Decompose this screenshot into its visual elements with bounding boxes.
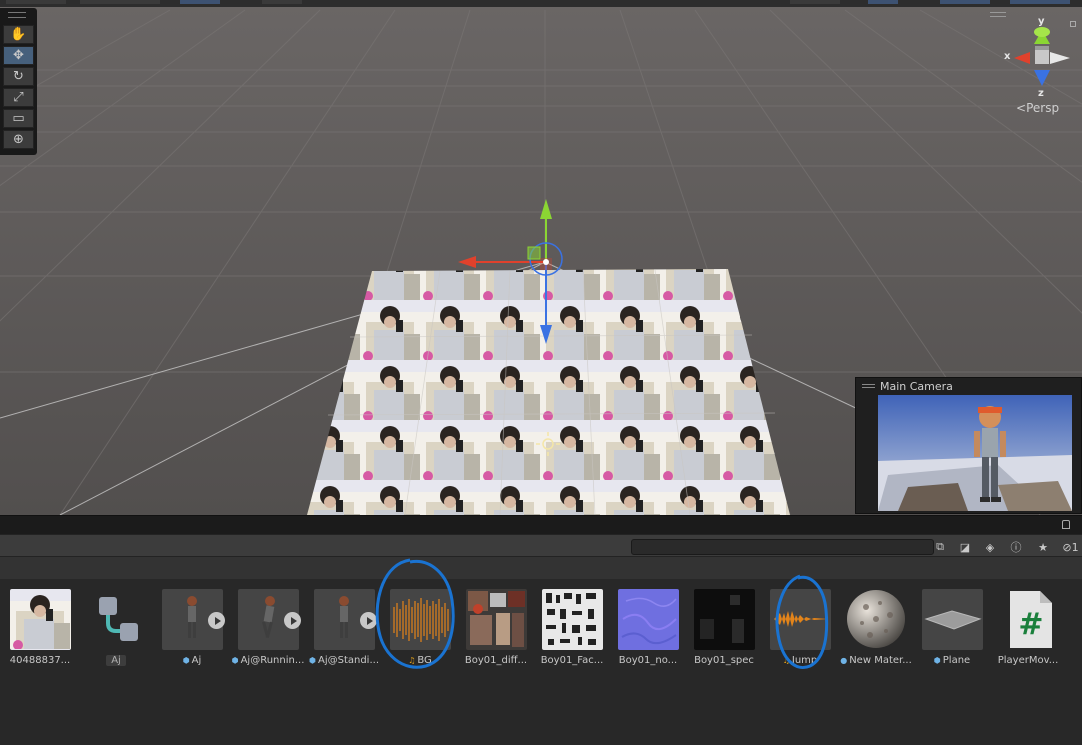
transform-icon: ⊕ — [13, 132, 24, 147]
asset-label: ⬢ Aj — [182, 655, 202, 666]
texture-thumbnail — [542, 589, 603, 650]
play-icon[interactable] — [284, 612, 301, 629]
asset-item[interactable]: Boy01_no... — [610, 589, 686, 671]
hidden-count: 1 — [1071, 540, 1079, 554]
texture-thumbnail — [694, 589, 755, 650]
asset-label: PlayerMov... — [997, 655, 1059, 666]
mesh-thumbnail — [922, 589, 983, 650]
csharp-script-icon: # — [998, 589, 1059, 650]
asset-item[interactable]: ♫ Jump — [762, 589, 838, 671]
image-thumbnail — [10, 589, 71, 650]
audio-waveform-thumbnail — [390, 589, 451, 650]
tool-palette: ✋ ✥ ↻ ⤢ ▭ ⊕ — [0, 8, 37, 155]
svg-text:#: # — [1018, 607, 1043, 642]
texture-thumbnail — [466, 589, 527, 650]
rotate-icon: ↻ — [13, 69, 24, 84]
axis-x-label: x — [1004, 51, 1011, 62]
prefab-icon: ⬢ — [309, 656, 316, 665]
play-icon[interactable] — [360, 612, 377, 629]
asset-item[interactable]: Boy01_spec — [686, 589, 762, 671]
asset-label: ⬢ Aj@Runnin... — [231, 655, 305, 666]
scale-tool-button[interactable]: ⤢ — [3, 88, 34, 107]
asset-item[interactable]: ⬢ Aj@Runnin... — [230, 589, 306, 671]
grip-handle[interactable] — [990, 12, 1006, 17]
prefab-icon: ⬢ — [933, 656, 941, 665]
camera-preview-title: Main Camera — [880, 380, 953, 393]
asset-label: Boy01_no... — [618, 655, 678, 666]
log-types-icon[interactable]: ⓘ — [1007, 539, 1025, 555]
asset-item[interactable]: Boy01_diff... — [458, 589, 534, 671]
lock-icon[interactable] — [1070, 21, 1076, 27]
axis-y-label: y — [1038, 16, 1045, 27]
chevron-left-icon: < — [1016, 101, 1027, 115]
hidden-packages-toggle[interactable]: ⊘ 1 — [1059, 539, 1082, 555]
scene-view[interactable]: ✋ ✥ ↻ ⤢ ▭ ⊕ y x z <Persp Main Camera — [0, 0, 1082, 515]
asset-item[interactable]: ♫ BG — [382, 589, 458, 671]
material-sphere-thumbnail — [846, 589, 907, 650]
filter-by-label-icon[interactable]: ◈ — [981, 539, 999, 555]
axis-z-label: z — [1038, 88, 1044, 99]
search-by-type-icon[interactable]: ⧉ — [931, 539, 949, 555]
move-tool-button[interactable]: ✥ — [3, 46, 34, 65]
unity-editor: ✋ ✥ ↻ ⤢ ▭ ⊕ y x z <Persp Main Camera ⧉ ◪… — [0, 0, 1082, 745]
asset-grid: 40488837... Aj ⬢ Aj ⬢ Aj@Runnin... ⬢ Aj@… — [0, 579, 1082, 745]
asset-label: ● New Mater... — [840, 655, 912, 666]
rect-tool-button[interactable]: ▭ — [3, 109, 34, 128]
asset-label: ⬢ Plane — [933, 655, 971, 666]
play-icon[interactable] — [208, 612, 225, 629]
asset-label: Boy01_diff... — [464, 655, 528, 666]
breadcrumb-bar — [0, 557, 1082, 579]
plane-object — [307, 269, 790, 515]
asset-label: ⬢ Aj@Standi... — [309, 655, 379, 666]
rotate-tool-button[interactable]: ↻ — [3, 67, 34, 86]
camera-preview-image — [878, 395, 1072, 511]
audio-clip-icon: ♫ — [408, 656, 416, 665]
asset-label: ♫ BG — [408, 655, 432, 666]
asset-label: Aj — [106, 655, 126, 666]
texture-thumbnail — [618, 589, 679, 650]
eye-slash-icon: ⊘ — [1062, 540, 1072, 554]
move-icon: ✥ — [13, 48, 24, 63]
animator-controller-icon — [86, 589, 147, 650]
rect-icon: ▭ — [12, 111, 25, 126]
asset-item[interactable]: Aj — [78, 589, 154, 671]
scale-icon: ⤢ — [13, 90, 24, 105]
panel-tab-bar — [0, 515, 1082, 534]
camera-preview[interactable]: Main Camera — [855, 377, 1082, 514]
asset-item[interactable]: ⬢ Plane — [914, 589, 990, 671]
asset-label: ♫ Jump — [782, 655, 818, 666]
favorite-star-icon[interactable]: ★ — [1034, 539, 1052, 555]
asset-item[interactable]: ● New Mater... — [838, 589, 914, 671]
persp-label: Persp — [1026, 101, 1060, 115]
prefab-icon: ⬢ — [182, 656, 190, 665]
hand-icon: ✋ — [10, 27, 27, 42]
project-toolbar: ⧉ ◪ ◈ ⓘ ★ ⊘ 1 — [0, 534, 1082, 557]
asset-item[interactable]: ⬢ Aj — [154, 589, 230, 671]
transform-tool-button[interactable]: ⊕ — [3, 130, 34, 149]
audio-waveform-thumbnail — [770, 589, 831, 650]
grip-handle[interactable] — [8, 12, 26, 18]
asset-label: 40488837... — [9, 655, 71, 666]
asset-label: Boy01_spec — [694, 655, 754, 666]
prefab-icon: ⬢ — [231, 656, 239, 665]
hand-tool-button[interactable]: ✋ — [3, 25, 34, 44]
asset-item[interactable]: 40488837... — [2, 589, 78, 671]
grip-handle[interactable] — [862, 384, 875, 388]
asset-label: Boy01_Fac... — [540, 655, 604, 666]
projection-toggle[interactable]: <Persp — [1016, 101, 1059, 115]
asset-item[interactable]: ⬢ Aj@Standi... — [306, 589, 382, 671]
search-input[interactable] — [631, 539, 934, 555]
audio-clip-icon: ♫ — [782, 656, 790, 665]
asset-item[interactable]: # PlayerMov... — [990, 589, 1066, 671]
toolbar-strip — [0, 0, 1082, 7]
material-icon: ● — [840, 656, 848, 665]
asset-item[interactable]: Boy01_Fac... — [534, 589, 610, 671]
lock-icon[interactable] — [1062, 520, 1070, 529]
filter-by-type-icon[interactable]: ◪ — [956, 539, 974, 555]
